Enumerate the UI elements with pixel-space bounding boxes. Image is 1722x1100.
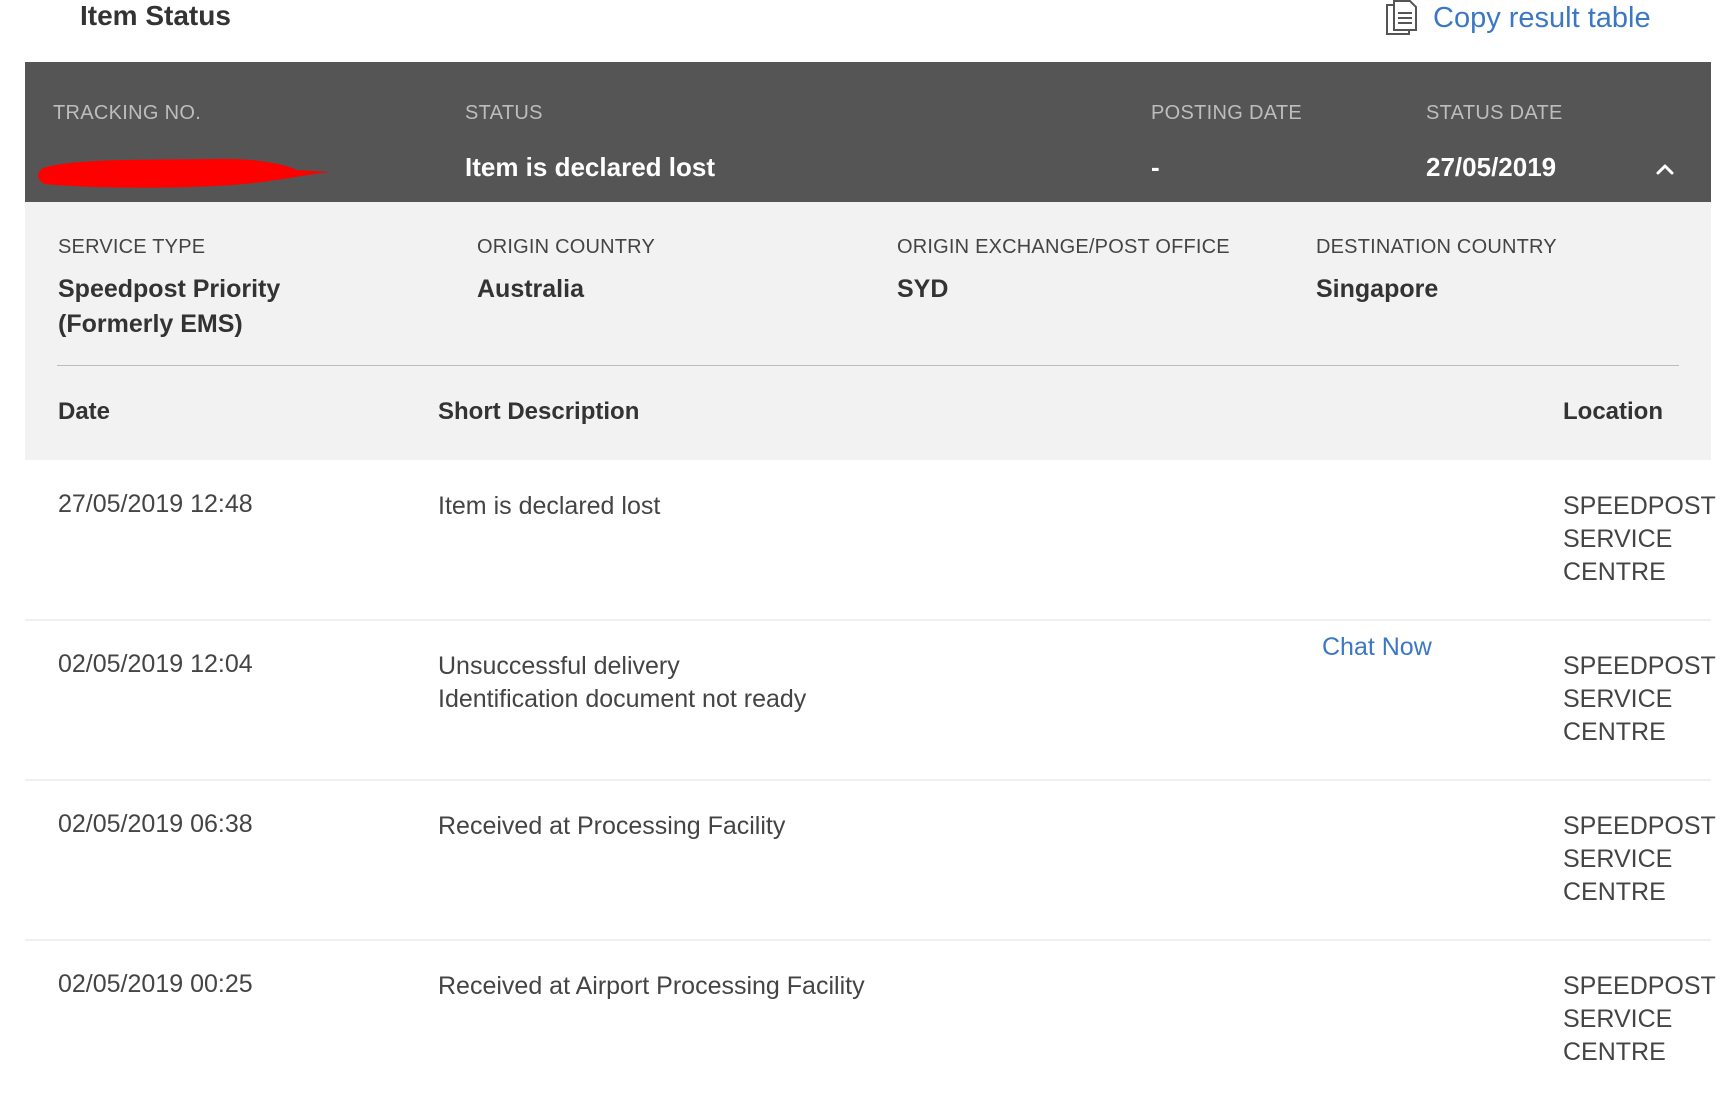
origin-country-value: Australia [477, 275, 584, 303]
location-line: SERVICE [1563, 525, 1673, 553]
location-line: CENTRE [1563, 1038, 1666, 1066]
table-row: 02/05/2019 12:04 Unsuccessful delivery I… [25, 620, 1716, 780]
table-row: 02/05/2019 06:38 Received at Processing … [25, 780, 1716, 940]
event-description: Received at Processing Facility [438, 810, 785, 843]
destination-country-label: DESTINATION COUNTRY [1316, 236, 1557, 258]
location-line: CENTRE [1563, 558, 1666, 586]
column-header-location: Location [1563, 398, 1663, 425]
location-line: SERVICE [1563, 685, 1673, 713]
service-type-value: Speedpost Priority (Formerly EMS) [58, 272, 280, 342]
tracking-number-redaction [35, 154, 335, 190]
table-row: 02/05/2019 00:25 Received at Airport Pro… [25, 940, 1716, 1100]
item-details-panel: SERVICE TYPE Speedpost Priority (Formerl… [25, 202, 1711, 460]
destination-country-value: Singapore [1316, 275, 1439, 303]
location-line: SPEEDPOST [1563, 492, 1716, 520]
tracking-no-label: TRACKING NO. [53, 102, 202, 124]
chat-now-button[interactable]: Chat Now [1322, 633, 1432, 662]
column-header-date: Date [58, 398, 111, 425]
event-description-line: Identification document not ready [438, 685, 807, 713]
details-divider [57, 365, 1679, 366]
event-description-line: Item is declared lost [438, 492, 661, 520]
service-type-label: SERVICE TYPE [58, 236, 206, 258]
origin-office-label: ORIGIN EXCHANGE/POST OFFICE [897, 236, 1230, 258]
item-summary-header[interactable]: TRACKING NO. STATUS POSTING DATE STATUS … [25, 62, 1711, 202]
event-location: SPEEDPOST SERVICE CENTRE [1563, 490, 1722, 589]
chevron-up-icon[interactable] [1650, 154, 1680, 184]
table-row: 27/05/2019 12:48 Item is declared lost S… [25, 460, 1716, 620]
event-date: 02/05/2019 12:04 [58, 650, 253, 678]
event-description-line: Received at Airport Processing Facility [438, 972, 865, 1000]
location-line: SPEEDPOST [1563, 652, 1716, 680]
location-line: SERVICE [1563, 1005, 1673, 1033]
event-date: 27/05/2019 12:48 [58, 490, 253, 518]
status-date-label: STATUS DATE [1426, 102, 1563, 124]
event-date: 02/05/2019 06:38 [58, 810, 253, 838]
event-description: Unsuccessful delivery Identification doc… [438, 650, 806, 716]
column-header-description: Short Description [438, 398, 640, 425]
event-description: Item is declared lost [438, 490, 660, 523]
status-date-value: 27/05/2019 [1426, 152, 1557, 182]
event-location: SPEEDPOST SERVICE CENTRE [1563, 970, 1722, 1069]
event-description-line: Received at Processing Facility [438, 812, 786, 840]
event-location: SPEEDPOST SERVICE CENTRE [1563, 650, 1722, 749]
posting-date-label: POSTING DATE [1151, 102, 1303, 124]
status-label: STATUS [465, 102, 543, 124]
service-type-line-2: (Formerly EMS) [58, 310, 243, 338]
page-title: Item Status [80, 0, 231, 31]
origin-country-label: ORIGIN COUNTRY [477, 236, 655, 258]
location-line: SERVICE [1563, 845, 1673, 873]
location-line: CENTRE [1563, 878, 1666, 906]
copy-result-table-button[interactable]: Copy result table [1385, 0, 1651, 36]
origin-office-value: SYD [897, 275, 949, 303]
location-line: SPEEDPOST [1563, 812, 1716, 840]
event-date: 02/05/2019 00:25 [58, 970, 253, 998]
posting-date-value: - [1151, 152, 1160, 182]
status-value: Item is declared lost [465, 152, 715, 182]
location-line: CENTRE [1563, 718, 1666, 746]
copy-result-table-label: Copy result table [1433, 1, 1651, 34]
event-location: SPEEDPOST SERVICE CENTRE [1563, 810, 1722, 909]
event-description-line: Unsuccessful delivery [438, 652, 680, 680]
service-type-line-1: Speedpost Priority [58, 275, 281, 303]
event-description: Received at Airport Processing Facility [438, 970, 865, 1003]
location-line: SPEEDPOST [1563, 972, 1716, 1000]
document-copy-icon [1385, 0, 1419, 36]
